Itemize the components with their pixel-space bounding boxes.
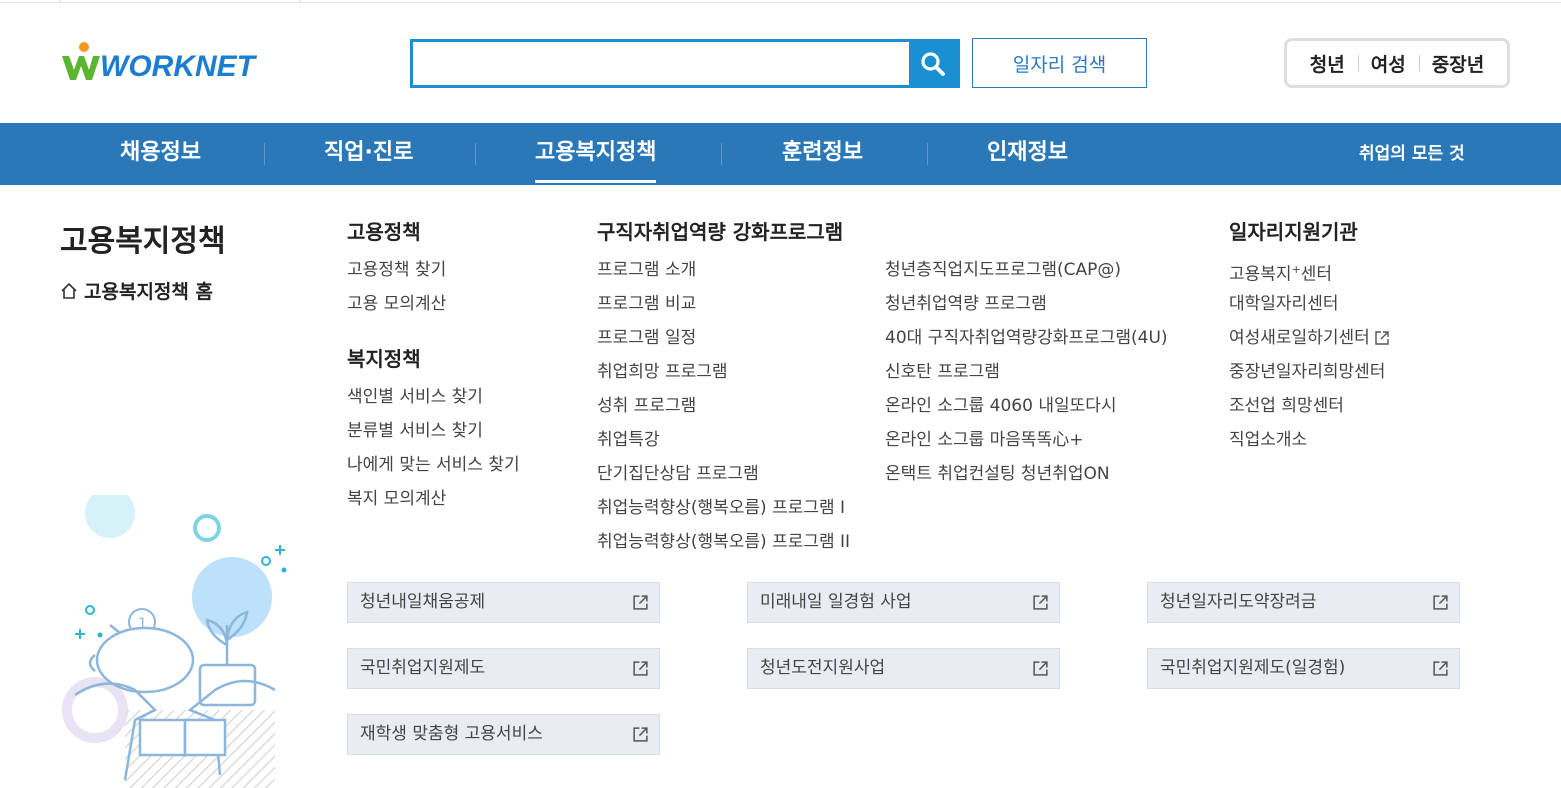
gnb-item-training[interactable]: 훈련정보 — [782, 123, 863, 185]
menu-link[interactable]: 프로그램 일정 — [597, 321, 850, 355]
piggy-bank-illustration: 1 — [62, 495, 287, 788]
menu-link[interactable]: 온라인 소그룹 4060 내일또다시 — [885, 389, 1168, 423]
external-link-icon — [1033, 661, 1048, 676]
menu-col-program-2: 청년층직업지도프로그램(CAP@) 청년취업역량 프로그램 40대 구직자취업역… — [885, 247, 1168, 491]
menu-link[interactable]: 고용정책 찾기 — [347, 253, 520, 287]
quick-link-box[interactable]: 미래내일 일경험 사업 — [747, 582, 1060, 623]
quick-link-label: 재학생 맞춤형 고용서비스 — [360, 724, 543, 744]
search-icon — [921, 51, 945, 76]
menu-link[interactable]: 온라인 소그룹 마음똑똑心+ — [885, 423, 1168, 457]
menu-link-sup: + — [1291, 263, 1301, 276]
menu-title-welfare-policy: 복지정책 — [347, 347, 421, 371]
section-home-link[interactable]: 고용복지정책 홈 — [60, 277, 213, 304]
menu-link[interactable]: 청년취업역량 프로그램 — [885, 287, 1168, 321]
gnb-item-talent[interactable]: 인재정보 — [987, 123, 1068, 185]
menu-link[interactable]: 취업특강 — [597, 423, 850, 457]
quick-link-box[interactable]: 청년도전지원사업 — [747, 648, 1060, 689]
user-group-tabs: 청년 여성 중장년 — [1284, 38, 1510, 88]
menu-link-label: 고용복지 — [1229, 264, 1292, 285]
gnb-divider — [927, 143, 928, 165]
menu-link[interactable]: 고용 모의계산 — [347, 287, 520, 321]
menu-link[interactable]: 단기집단상담 프로그램 — [597, 457, 850, 491]
menu-link[interactable]: 중장년일자리희망센터 — [1229, 355, 1390, 389]
gnb-item-recruitment[interactable]: 채용정보 — [120, 123, 201, 185]
menu-link[interactable]: 프로그램 소개 — [597, 253, 850, 287]
quick-link-box[interactable]: 국민취업지원제도 — [347, 648, 660, 689]
quick-link-box[interactable]: 청년일자리도약장려금 — [1147, 582, 1460, 623]
quick-link-box[interactable]: 재학생 맞춤형 고용서비스 — [347, 714, 660, 755]
menu-link[interactable]: 대학일자리센터 — [1229, 287, 1390, 321]
user-group-women[interactable]: 여성 — [1357, 50, 1419, 77]
menu-link[interactable]: 분류별 서비스 찾기 — [347, 414, 520, 448]
menu-link[interactable]: 프로그램 비교 — [597, 287, 850, 321]
menu-link[interactable]: 고용복지+센터 — [1229, 253, 1390, 287]
menu-link-external[interactable]: 여성새로일하기센터 — [1229, 321, 1390, 355]
menu-link[interactable]: 청년층직업지도프로그램(CAP@) — [885, 253, 1168, 287]
menu-link[interactable]: 취업희망 프로그램 — [597, 355, 850, 389]
menu-link[interactable]: 40대 구직자취업역량강화프로그램(4U) — [885, 321, 1168, 355]
external-link-icon — [1433, 661, 1448, 676]
gnb-divider — [475, 143, 476, 165]
quick-link-label: 청년일자리도약장려금 — [1160, 592, 1317, 612]
menu-link[interactable]: 취업능력향상(행복오름) 프로그램 II — [597, 525, 850, 559]
menu-col-agencies: 일자리지원기관 고용복지+센터 대학일자리센터 여성새로일하기센터 중장년일자리… — [1229, 217, 1390, 457]
menu-col-program: 구직자취업역량 강화프로그램 프로그램 소개 프로그램 비교 프로그램 일정 취… — [597, 217, 850, 559]
quick-link-label: 국민취업지원제도 — [360, 658, 486, 678]
external-link-icon — [633, 595, 648, 610]
worknet-logo[interactable]: WORKNET — [60, 38, 255, 88]
logo-text: WORKNET — [100, 50, 255, 83]
section-title: 고용복지정책 — [60, 224, 226, 259]
menu-title-jobseeker-program: 구직자취업역량 강화프로그램 — [597, 220, 844, 244]
menu-link[interactable]: 나에게 맞는 서비스 찾기 — [347, 448, 520, 482]
menu-link[interactable]: 색인별 서비스 찾기 — [347, 380, 520, 414]
home-icon — [61, 282, 77, 299]
external-link-icon — [1375, 331, 1389, 345]
menu-link[interactable]: 직업소개소 — [1229, 423, 1390, 457]
quick-link-label: 국민취업지원제도(일경험) — [1160, 658, 1346, 678]
menu-link[interactable]: 성취 프로그램 — [597, 389, 850, 423]
menu-link-label: 여성새로일하기센터 — [1229, 328, 1370, 348]
gnb-item-career[interactable]: 직업·진로 — [324, 123, 413, 185]
top-divider — [0, 0, 1561, 3]
gnb-item-welfare-policy[interactable]: 고용복지정책 — [535, 123, 657, 185]
menu-col-policy: 고용정책 고용정책 찾기 고용 모의계산 복지정책 색인별 서비스 찾기 분류별… — [347, 217, 520, 516]
menu-link[interactable]: 복지 모의계산 — [347, 482, 520, 516]
quick-link-label: 청년도전지원사업 — [760, 658, 886, 678]
job-search-button[interactable]: 일자리 검색 — [972, 38, 1147, 88]
menu-title-job-support-agencies: 일자리지원기관 — [1229, 220, 1358, 244]
menu-link[interactable]: 온택트 취업컨설팅 청년취업ON — [885, 457, 1168, 491]
menu-link-label: 센터 — [1300, 264, 1333, 285]
gnb-divider — [264, 143, 265, 165]
user-group-middle-aged[interactable]: 중장년 — [1418, 50, 1497, 77]
menu-title-employment-policy: 고용정책 — [347, 220, 421, 244]
menu-link[interactable]: 신호탄 프로그램 — [885, 355, 1168, 389]
menu-link[interactable]: 취업능력향상(행복오름) 프로그램 I — [597, 491, 850, 525]
search-box — [410, 39, 960, 88]
quick-link-box[interactable]: 국민취업지원제도(일경험) — [1147, 648, 1460, 689]
gnb-divider — [721, 143, 722, 165]
quick-link-label: 청년내일채움공제 — [360, 592, 486, 612]
user-group-youth[interactable]: 청년 — [1297, 50, 1358, 77]
global-nav: 채용정보 직업·진로 고용복지정책 훈련정보 인재정보 취업의 모든 것 — [0, 123, 1561, 185]
quick-link-label: 미래내일 일경험 사업 — [760, 592, 912, 612]
external-link-icon — [1433, 595, 1448, 610]
external-link-icon — [1033, 595, 1048, 610]
quick-link-box[interactable]: 청년내일채움공제 — [347, 582, 660, 623]
search-input[interactable] — [413, 42, 909, 85]
section-home-label: 고용복지정책 홈 — [84, 281, 213, 303]
external-link-icon — [633, 661, 648, 676]
external-link-icon — [633, 727, 648, 742]
search-button[interactable] — [909, 42, 957, 85]
gnb-all-about-jobs[interactable]: 취업의 모든 것 — [1359, 123, 1465, 185]
menu-link[interactable]: 조선업 희망센터 — [1229, 389, 1390, 423]
